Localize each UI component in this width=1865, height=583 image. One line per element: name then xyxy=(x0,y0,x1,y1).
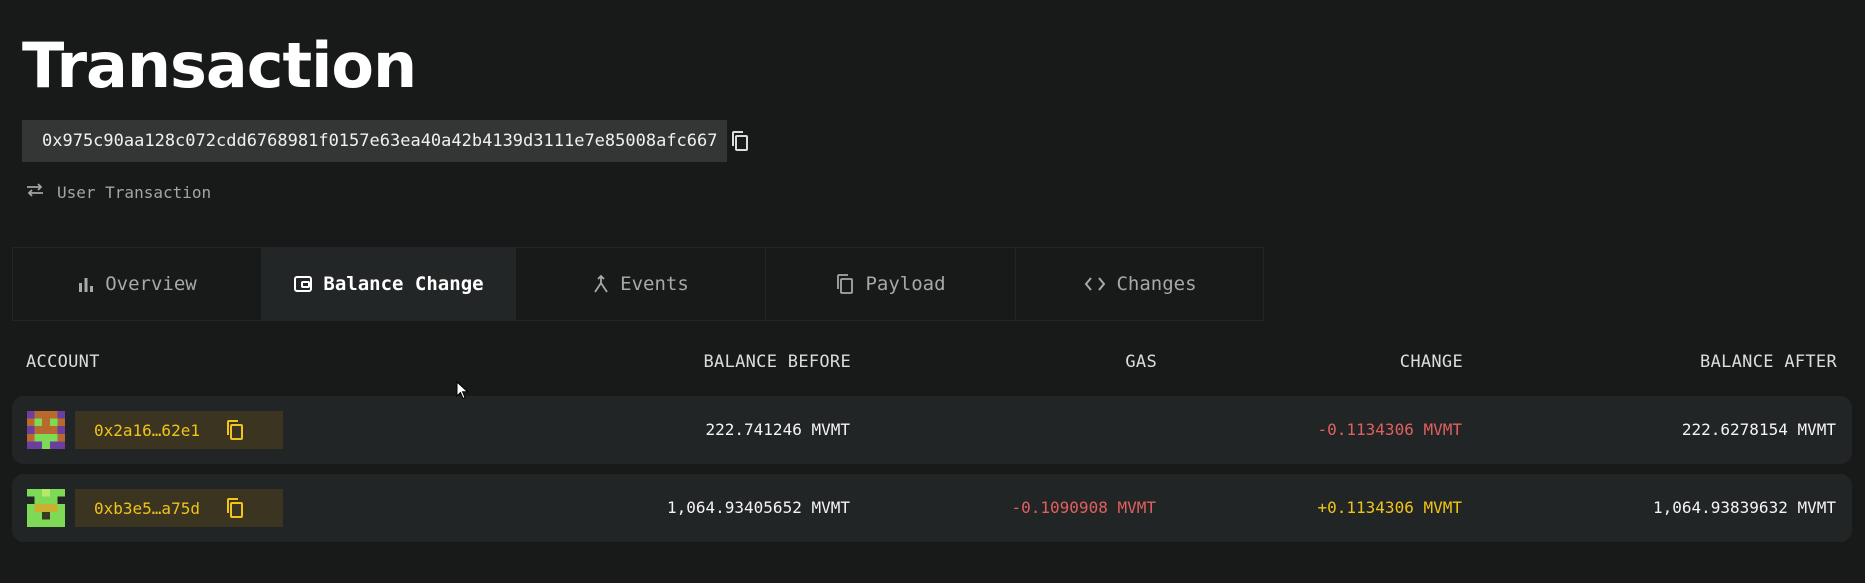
header-account: ACCOUNT xyxy=(26,352,100,372)
account-address[interactable]: 0xb3e5…a75d xyxy=(94,499,200,518)
code-brackets-icon xyxy=(1084,275,1106,293)
balance-before: 1,064.93405652 MVMT xyxy=(666,498,850,517)
copy-pages-icon xyxy=(835,273,855,295)
tab-events[interactable]: Events xyxy=(516,248,766,320)
transaction-type-label: User Transaction xyxy=(57,182,212,202)
table-row: 0x2a16…62e1 222.741246 MVMT -0.1134306 M… xyxy=(12,396,1852,464)
balance-after: 222.6278154 MVMT xyxy=(1681,420,1836,439)
tab-label: Balance Change xyxy=(323,273,484,295)
mouse-cursor-icon xyxy=(456,380,469,404)
balance-before: 222.741246 MVMT xyxy=(705,420,851,439)
balance-after: 1,064.93839632 MVMT xyxy=(1652,498,1836,517)
transfer-arrows-icon xyxy=(25,182,45,202)
transaction-page: Transaction 0x975c90aa128c072cdd6768981f… xyxy=(0,0,1865,583)
avatar xyxy=(27,411,65,449)
merge-arrow-icon xyxy=(592,274,610,294)
tab-payload[interactable]: Payload xyxy=(766,248,1016,320)
wallet-icon xyxy=(293,274,313,294)
header-balance-after: BALANCE AFTER xyxy=(1700,352,1837,372)
transaction-hash-box: 0x975c90aa128c072cdd6768981f0157e63ea40a… xyxy=(22,120,748,162)
header-gas: GAS xyxy=(1125,352,1157,372)
change-value: +0.1134306 MVMT xyxy=(1317,498,1463,517)
gas-value: -0.1090908 MVMT xyxy=(1011,498,1157,517)
tab-balance-change[interactable]: Balance Change xyxy=(262,248,516,320)
account-address-chip[interactable]: 0xb3e5…a75d xyxy=(75,489,283,527)
copy-icon[interactable] xyxy=(225,419,245,441)
tab-changes[interactable]: Changes xyxy=(1016,248,1265,320)
avatar xyxy=(27,489,65,527)
tab-overview[interactable]: Overview xyxy=(13,248,262,320)
table-row: 0xb3e5…a75d 1,064.93405652 MVMT -0.10909… xyxy=(12,474,1852,542)
page-title: Transaction xyxy=(22,29,417,102)
table-header: ACCOUNT BALANCE BEFORE GAS CHANGE BALANC… xyxy=(0,352,1865,372)
tab-label: Overview xyxy=(105,273,197,295)
transaction-hash: 0x975c90aa128c072cdd6768981f0157e63ea40a… xyxy=(42,131,718,151)
account-address[interactable]: 0x2a16…62e1 xyxy=(94,421,200,440)
copy-icon[interactable] xyxy=(730,130,750,152)
header-change: CHANGE xyxy=(1399,352,1463,372)
transaction-type: User Transaction xyxy=(25,182,211,202)
tab-bar: Overview Balance Change Events Payload C… xyxy=(12,247,1264,321)
copy-icon[interactable] xyxy=(225,497,245,519)
tab-label: Events xyxy=(620,273,689,295)
account-address-chip[interactable]: 0x2a16…62e1 xyxy=(75,411,283,449)
bar-chart-icon xyxy=(77,275,95,293)
change-value: -0.1134306 MVMT xyxy=(1317,420,1463,439)
header-balance-before: BALANCE BEFORE xyxy=(703,352,851,372)
tab-label: Changes xyxy=(1116,273,1197,295)
tab-label: Payload xyxy=(865,273,946,295)
